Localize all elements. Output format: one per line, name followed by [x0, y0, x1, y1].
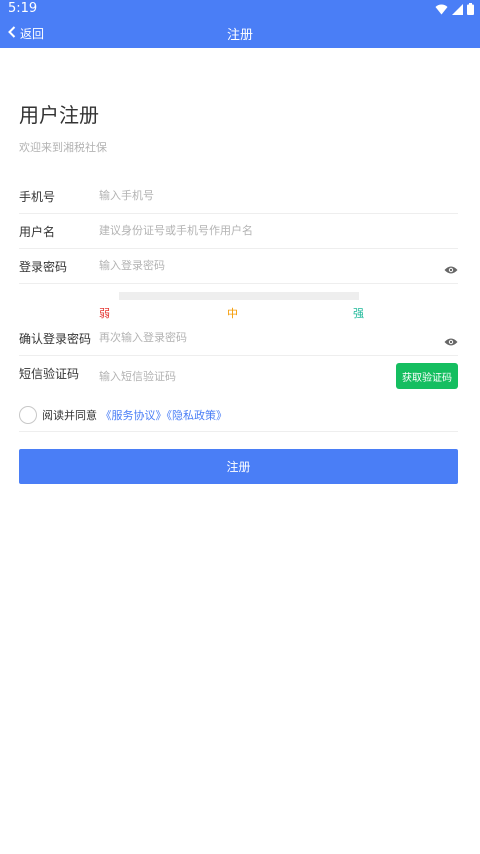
password-label: 登录密码	[19, 260, 68, 274]
confirm-password-row: 确认登录密码	[19, 320, 458, 356]
page-title: 用户注册	[19, 103, 99, 127]
password-row: 登录密码	[19, 248, 458, 284]
signal-icon	[452, 3, 463, 15]
app-title: 注册	[226, 28, 253, 43]
sms-code-row: 短信验证码 获取验证码	[19, 357, 458, 393]
confirm-password-label: 确认登录密码	[19, 332, 92, 346]
wifi-icon	[435, 4, 448, 15]
username-label: 用户名	[19, 225, 56, 239]
page-subtitle: 欢迎来到湘税社保	[19, 141, 107, 154]
password-input[interactable]	[99, 254, 399, 276]
status-time: 5:19	[8, 1, 38, 16]
agreement-text: 阅读并同意 《服务协议》《隐私政策》	[42, 407, 227, 423]
username-input[interactable]	[99, 219, 399, 241]
username-row: 用户名	[19, 213, 458, 249]
phone-label: 手机号	[19, 190, 56, 204]
eye-icon[interactable]	[444, 260, 458, 274]
privacy-policy-link[interactable]: 《隐私政策》	[167, 409, 228, 422]
register-button[interactable]: 注册	[19, 449, 458, 484]
battery-icon	[467, 3, 474, 15]
phone-row: 手机号	[19, 178, 458, 214]
status-bar: 5:19	[0, 0, 480, 18]
agreement-checkbox[interactable]	[19, 406, 37, 424]
get-sms-code-button[interactable]: 获取验证码	[396, 363, 458, 389]
password-strength-bar	[119, 292, 359, 300]
sms-code-input[interactable]	[99, 365, 399, 387]
strength-strong-label: 强	[353, 307, 364, 320]
service-agreement-link[interactable]: 《服务协议》	[101, 409, 167, 422]
eye-icon[interactable]	[444, 332, 458, 346]
app-bar: 返回 注册	[0, 18, 480, 48]
phone-input[interactable]	[99, 184, 399, 206]
confirm-password-input[interactable]	[99, 326, 399, 348]
strength-weak-label: 弱	[99, 307, 110, 320]
agreement-prefix: 阅读并同意	[42, 409, 97, 422]
agreement-row: 阅读并同意 《服务协议》《隐私政策》	[19, 400, 458, 432]
sms-code-label: 短信验证码	[19, 367, 80, 381]
status-icons	[435, 3, 474, 15]
strength-medium-label: 中	[227, 307, 238, 320]
